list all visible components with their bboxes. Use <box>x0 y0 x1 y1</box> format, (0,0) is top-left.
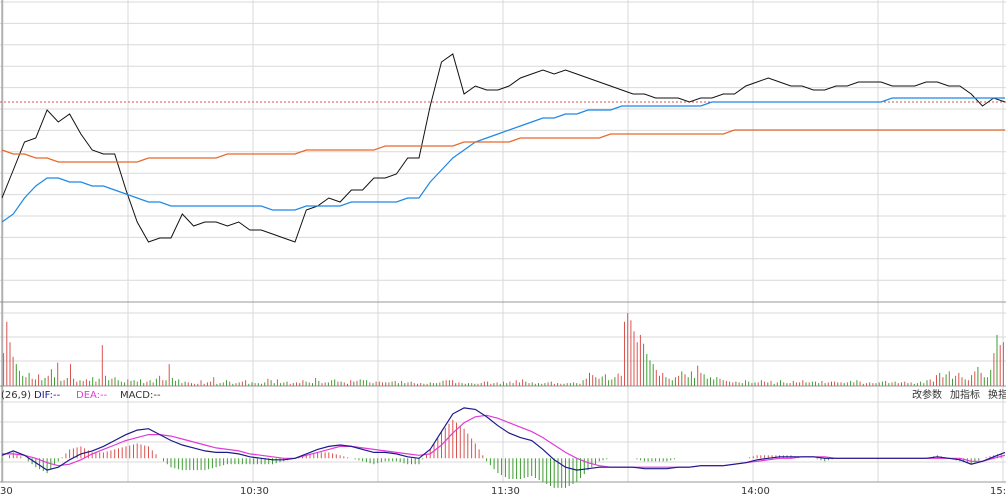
time-label-1400: 14:00 <box>741 486 770 497</box>
macd-params-label: (26,9) <box>1 390 31 401</box>
volume-panel <box>3 313 1004 386</box>
change-params-button[interactable]: 改参数 <box>912 388 942 401</box>
intraday-chart: (26,9) DIF:-- DEA:-- MACD:-- 改参数 加指标 换指 … <box>0 0 1006 500</box>
dea-legend: DEA:-- <box>76 390 108 401</box>
time-label-1030: 10:30 <box>240 486 269 497</box>
add-indicator-button[interactable]: 加指标 <box>950 388 980 401</box>
time-label-1500: 15: <box>990 486 1006 497</box>
macd-legend: MACD:-- <box>120 390 161 401</box>
time-label-1130: 11:30 <box>491 486 520 497</box>
dif-legend: DIF:-- <box>34 390 61 401</box>
chart-canvas: (26,9) DIF:-- DEA:-- MACD:-- 改参数 加指标 换指 … <box>0 0 1006 497</box>
time-label-0930: 30 <box>0 486 13 497</box>
switch-indicator-button[interactable]: 换指 <box>988 388 1006 401</box>
